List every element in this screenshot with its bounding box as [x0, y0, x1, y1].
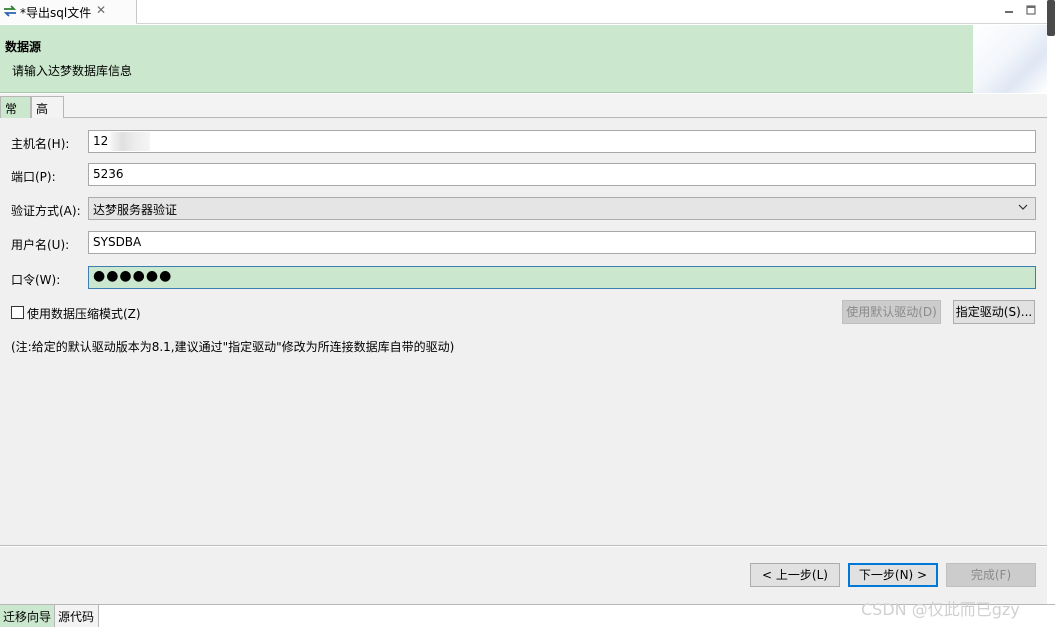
username-label: 用户名(U): — [11, 238, 70, 252]
transfer-arrows-icon — [3, 5, 17, 17]
compress-checkbox-label[interactable]: 使用数据压缩模式(Z) — [27, 305, 141, 322]
auth-select[interactable]: 达梦服务器验证 — [88, 197, 1036, 220]
watermark: CSDN @仅此而已gzy — [861, 600, 1020, 619]
port-input[interactable]: 5236 — [88, 163, 1036, 186]
chevron-down-icon — [1018, 204, 1028, 210]
port-label: 端口(P): — [11, 170, 56, 184]
tab-source-code[interactable]: 源代码 — [55, 605, 99, 627]
compress-checkbox[interactable] — [11, 306, 24, 319]
host-input[interactable]: 12 27 — [88, 130, 1036, 153]
editor-tab-title: *导出sql文件 — [20, 6, 92, 20]
close-icon[interactable]: ✕ — [96, 3, 106, 17]
auth-label: 验证方式(A): — [11, 204, 81, 218]
host-label: 主机名(H): — [11, 137, 70, 151]
next-button[interactable]: 下一步(N) > — [848, 563, 938, 587]
settings-tabs: 常规 高级 — [0, 94, 1047, 133]
specify-driver-button[interactable]: 指定驱动(S)... — [953, 300, 1035, 324]
auth-select-value: 达梦服务器验证 — [93, 203, 178, 217]
tab-general[interactable]: 常规 — [0, 96, 31, 133]
tab-migration-wizard[interactable]: 迁移向导 — [0, 605, 55, 627]
page-title: 数据源 — [5, 40, 42, 54]
scrollbar-thumb[interactable] — [1047, 0, 1055, 36]
minimize-icon[interactable] — [1002, 3, 1016, 17]
editor-tab-strip: *导出sql文件 ✕ — [0, 0, 1047, 24]
password-input[interactable]: ●●●●●● — [88, 266, 1036, 289]
use-default-driver-button[interactable]: 使用默认驱动(D) — [842, 300, 941, 324]
password-label: 口令(W): — [11, 273, 61, 287]
wizard-header: 数据源 请输入达梦数据库信息 — [0, 25, 1047, 93]
wizard-banner-image — [973, 25, 1047, 93]
back-button[interactable]: < 上一步(L) — [750, 563, 840, 587]
redacted-blur — [110, 132, 150, 151]
finish-button[interactable]: 完成(F) — [946, 563, 1036, 587]
editor-tab-export-sql[interactable]: *导出sql文件 ✕ — [0, 0, 137, 24]
maximize-icon[interactable] — [1024, 3, 1038, 17]
username-input[interactable]: SYSDBA — [88, 231, 1036, 254]
page-description: 请输入达梦数据库信息 — [12, 64, 133, 78]
tab-advanced[interactable]: 高级 — [31, 96, 64, 133]
driver-note: (注:给定的默认驱动版本为8.1,建议通过"指定驱动"修改为所连接数据库自带的驱… — [11, 340, 455, 354]
